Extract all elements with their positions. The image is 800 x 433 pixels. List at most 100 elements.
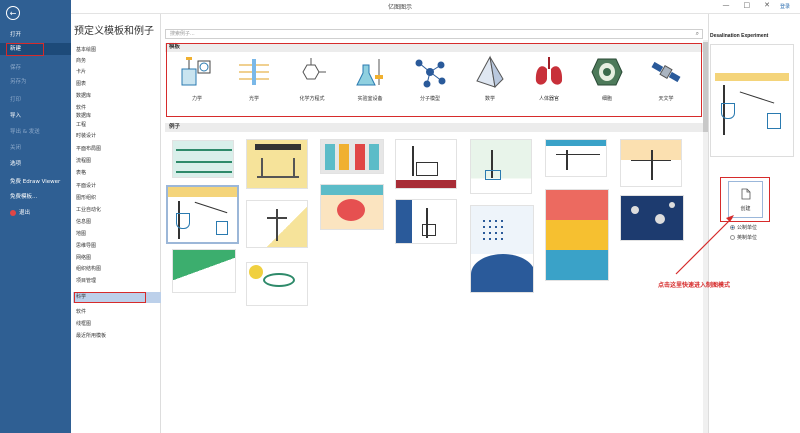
category-item[interactable]: 平面布局图 <box>73 144 161 155</box>
category-item[interactable]: 平面设计 <box>73 181 161 192</box>
example-thumbnail[interactable] <box>470 139 532 194</box>
example-thumbnail[interactable] <box>246 262 308 306</box>
category-item[interactable]: 网络图 <box>73 253 161 264</box>
sidebar-item-print[interactable]: 打印 <box>0 94 71 106</box>
flask-icon <box>356 59 383 86</box>
category-item[interactable]: 项目管理 <box>73 276 161 287</box>
preview-image <box>710 44 794 157</box>
maximize-button[interactable]: □ <box>744 1 751 9</box>
category-item[interactable]: 时装设计 <box>73 131 161 142</box>
category-label: 信息图 <box>76 219 92 225</box>
login-link[interactable]: 登录 <box>780 3 790 10</box>
satellite-icon <box>651 61 681 83</box>
category-item[interactable]: 图表 <box>73 79 161 90</box>
example-thumbnail[interactable] <box>395 139 457 189</box>
search-icon[interactable]: ⌕ <box>696 30 699 38</box>
category-item[interactable]: 最近所用模板 <box>73 331 161 342</box>
category-label: 平面设计 <box>76 183 97 189</box>
category-item[interactable]: 组织结构图 <box>73 264 161 275</box>
template-molecular-model[interactable]: 分子模型 <box>402 55 458 115</box>
sidebar-item-exit[interactable]: 退出 <box>0 207 71 219</box>
window-controls: — □ ✕ <box>723 1 771 9</box>
category-label: 地图 <box>76 231 87 237</box>
example-thumbnail[interactable] <box>172 140 234 178</box>
example-thumbnail-selected[interactable] <box>166 185 239 244</box>
minimize-button[interactable]: — <box>723 1 730 9</box>
window-title: 亿图图示 <box>387 4 412 11</box>
example-thumbnail[interactable] <box>246 139 308 189</box>
category-item[interactable]: 思维导图 <box>73 241 161 252</box>
close-button[interactable]: ✕ <box>764 1 770 9</box>
template-astronomy[interactable]: 天文学 <box>638 55 694 115</box>
lungs-icon <box>535 57 563 85</box>
template-cell[interactable]: 细胞 <box>579 55 635 115</box>
template-mechanics[interactable]: 力学 <box>169 55 225 115</box>
category-label: 组织结构图 <box>76 266 102 272</box>
category-item[interactable]: 地图 <box>73 229 161 240</box>
category-item[interactable]: 基本绘图 <box>73 45 161 56</box>
category-label: 平面布局图 <box>76 146 102 152</box>
mechanics-icon <box>181 57 211 86</box>
template-math[interactable]: 数学 <box>462 55 518 115</box>
exit-icon <box>10 209 16 216</box>
category-item[interactable]: 表格 <box>73 168 161 179</box>
category-item[interactable]: 数据库 <box>73 91 161 102</box>
sidebar-item-save-as[interactable]: 另存为 <box>0 76 71 88</box>
category-item[interactable]: 流程图 <box>73 156 161 167</box>
category-label: 数据库 <box>76 113 92 119</box>
category-highlight <box>74 292 146 303</box>
example-thumbnail[interactable] <box>320 184 384 230</box>
sidebar-item-options[interactable]: 选项 <box>0 158 71 170</box>
template-human-organs[interactable]: 人体器官 <box>521 55 577 115</box>
sidebar-item-close[interactable]: 关闭 <box>0 142 71 154</box>
category-item[interactable]: 信息图 <box>73 217 161 228</box>
molecule-icon <box>415 59 446 88</box>
optics-icon <box>239 59 269 85</box>
category-label: 图形组织 <box>76 195 97 201</box>
back-arrow-icon[interactable]: ← <box>6 6 20 20</box>
sidebar-item-free-templates[interactable]: 免费模板... <box>0 191 71 203</box>
category-item[interactable]: 工业自动化 <box>73 205 161 216</box>
sidebar-item-export[interactable]: 导出 & 发送 <box>0 126 71 138</box>
category-item[interactable]: 工程 <box>73 120 161 131</box>
page-title: 预定义模板和例子 <box>74 26 154 37</box>
annotation-arrow-icon <box>675 215 734 275</box>
sidebar-item-save[interactable]: 保存 <box>0 62 71 74</box>
example-thumbnail[interactable] <box>545 189 609 281</box>
category-label: 时装设计 <box>76 133 97 139</box>
cell-icon <box>591 58 623 86</box>
category-label: 项目管理 <box>76 278 97 284</box>
example-thumbnail[interactable] <box>545 139 607 177</box>
category-item[interactable]: 卡片 <box>73 67 161 78</box>
category-item[interactable]: 商务 <box>73 56 161 67</box>
template-lab-equipment[interactable]: 实验室设备 <box>342 55 398 115</box>
template-optics[interactable]: 光学 <box>226 55 282 115</box>
annotation-text: 点击这里快速进入制图模式 <box>658 282 731 289</box>
sidebar-item-open[interactable]: 打开 <box>0 29 71 41</box>
category-label: 表格 <box>76 170 87 176</box>
sidebar-item-viewer[interactable]: 免费 Edraw Viewer <box>0 176 71 188</box>
example-thumbnail[interactable] <box>246 200 308 248</box>
example-thumbnail[interactable] <box>172 249 236 293</box>
search-input[interactable]: 搜索例子... ⌕ <box>165 29 703 39</box>
example-thumbnail[interactable] <box>395 199 457 244</box>
category-label: 思维导图 <box>76 243 97 249</box>
example-thumbnail[interactable] <box>320 139 384 174</box>
category-label: 工程 <box>76 122 87 128</box>
category-label: 数据库 <box>76 93 92 99</box>
template-chemical-equation[interactable]: 化学方程式 <box>284 55 340 115</box>
file-sidebar: ← 打开 新建 保存 另存为 打印 导入 导出 & 发送 关闭 选项 免费 Ed… <box>0 0 71 433</box>
category-label: 图表 <box>76 81 87 87</box>
category-item[interactable]: 软件 <box>73 307 161 318</box>
category-item[interactable]: 科学 <box>73 292 161 303</box>
category-item[interactable]: 线框图 <box>73 319 161 330</box>
sidebar-item-new[interactable]: 新建 <box>0 43 71 56</box>
category-label: 卡片 <box>76 69 87 75</box>
category-item[interactable]: 图形组织 <box>73 193 161 204</box>
category-label: 商务 <box>76 58 87 64</box>
example-thumbnail[interactable] <box>470 205 534 293</box>
category-label: 线框图 <box>76 321 92 327</box>
sidebar-item-import[interactable]: 导入 <box>0 110 71 122</box>
example-thumbnail[interactable] <box>620 139 682 187</box>
category-label: 基本绘图 <box>76 47 97 53</box>
